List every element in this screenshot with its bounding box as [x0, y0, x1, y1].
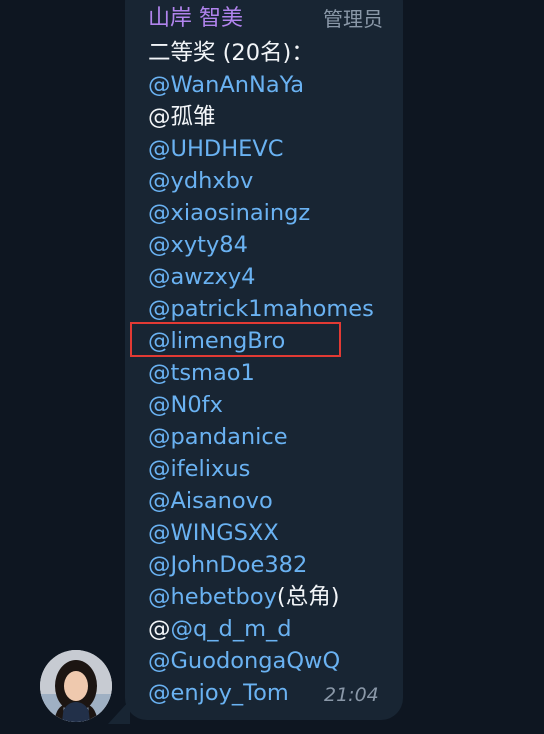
sender-name[interactable]: 山岸 智美: [148, 2, 243, 36]
mention-link[interactable]: @xyty84: [148, 229, 393, 261]
mention-link[interactable]: @JohnDoe382: [148, 549, 393, 581]
mention-link[interactable]: @hebetboy: [148, 584, 277, 610]
mention-link[interactable]: @WanAnNaYa: [148, 69, 393, 101]
mention-link[interactable]: @ydhxbv: [148, 165, 393, 197]
mention-link[interactable]: @GuodongaQwQ: [148, 645, 393, 677]
admin-badge: 管理员: [323, 7, 383, 31]
mention-link[interactable]: @awzxy4: [148, 261, 393, 293]
mention-link[interactable]: @q_d_m_d: [171, 616, 292, 642]
at-sign-text: @: [148, 616, 171, 642]
mention-link[interactable]: @xiaosinaingz: [148, 197, 393, 229]
mention-link[interactable]: @tsmao1: [148, 357, 393, 389]
message-line: @hebetboy(总角): [148, 581, 393, 613]
mention-text: @孤雏: [148, 104, 216, 130]
mention-link[interactable]: @ifelixus: [148, 453, 393, 485]
highlight-box: [130, 322, 341, 357]
avatar-photo-icon: [40, 650, 112, 722]
message-text: 二等奖 (20名)： @WanAnNaYa @孤雏 @UHDHEVC @ydhx…: [148, 37, 393, 709]
mention-link[interactable]: @pandanice: [148, 421, 393, 453]
chat-view: 山岸 智美 管理员 二等奖 (20名)： @WanAnNaYa @孤雏 @UHD…: [0, 0, 544, 734]
mention-suffix: (总角): [276, 584, 340, 610]
message-time: 21:04: [324, 684, 379, 706]
message-heading: 二等奖 (20名)：: [148, 40, 314, 66]
mention-link[interactable]: @N0fx: [148, 389, 393, 421]
mention-link[interactable]: @UHDHEVC: [148, 133, 393, 165]
message-header: 山岸 智美 管理员: [148, 2, 383, 36]
mention-link[interactable]: @WINGSXX: [148, 517, 393, 549]
bubble-tail: [108, 700, 130, 724]
message-line: @@q_d_m_d: [148, 613, 393, 645]
mention-link[interactable]: @patrick1mahomes: [148, 293, 393, 325]
avatar[interactable]: [40, 650, 112, 722]
mention-link[interactable]: @Aisanovo: [148, 485, 393, 517]
